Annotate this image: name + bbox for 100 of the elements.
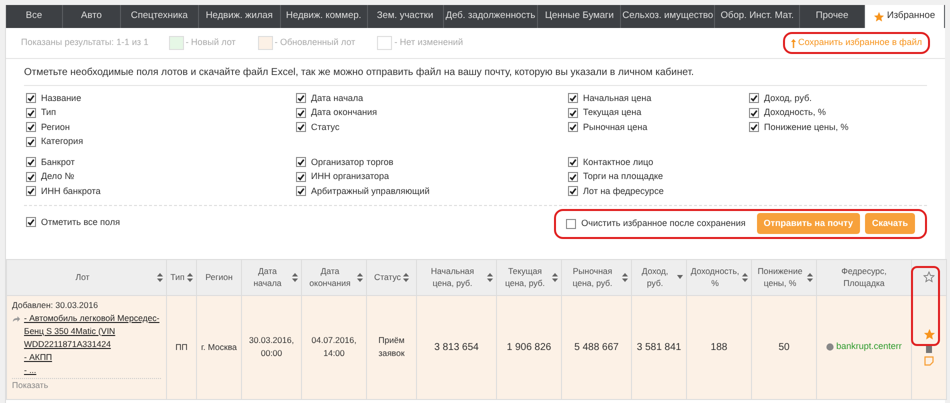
- field-label: ИНН организатора: [311, 170, 390, 183]
- table-cell: 30.03.2016, 00:00: [249, 335, 294, 358]
- category-tab[interactable]: Недвиж. коммер.: [280, 5, 368, 28]
- checkbox[interactable]: [26, 172, 36, 182]
- checkbox[interactable]: [568, 157, 578, 168]
- field-label: Доходность, %: [764, 106, 826, 119]
- lot-link[interactable]: - АКПП: [24, 350, 161, 364]
- column-header: Тип: [170, 271, 185, 283]
- column-header: Статус: [374, 271, 401, 283]
- checkbox[interactable]: [296, 172, 306, 182]
- checkbox[interactable]: [296, 108, 306, 118]
- lot-link[interactable]: - Автомобиль легковой Мерседес-Бенц S 350 4Matic (VIN WDD2211871A331424: [24, 312, 161, 350]
- checkbox[interactable]: [296, 93, 306, 104]
- column-header: Доходность, %: [690, 265, 740, 289]
- field-label: Рыночная цена: [583, 120, 648, 134]
- sort-desc-icon[interactable]: [677, 275, 683, 279]
- checkbox[interactable]: [26, 136, 36, 147]
- checkbox[interactable]: [26, 93, 36, 104]
- field-label: Арбитражный управляющий: [311, 184, 430, 198]
- column-header: Дата начала: [252, 265, 283, 289]
- column-header: Начальная цена, руб.: [430, 265, 476, 289]
- results-count: Показаны результаты: 1-1 из 1: [21, 36, 149, 50]
- field-label: Дата начала: [311, 92, 364, 105]
- table-cell: 5 488 667: [574, 342, 619, 352]
- checkbox[interactable]: [26, 217, 36, 228]
- table-cell: г. Москва: [201, 342, 237, 352]
- sort-icon[interactable]: [807, 272, 813, 282]
- share-arrow-icon: [12, 314, 21, 322]
- checkbox[interactable]: [566, 218, 576, 228]
- column-header: Понижение цены, %: [756, 265, 804, 289]
- checkbox[interactable]: [568, 186, 578, 196]
- field-label: Статус: [311, 120, 340, 134]
- checkbox[interactable]: [749, 93, 759, 104]
- checkbox[interactable]: [296, 186, 306, 196]
- checkbox[interactable]: [568, 172, 578, 182]
- select-all-label: Отметить все поля: [41, 216, 120, 228]
- sort-icon[interactable]: [186, 272, 193, 282]
- table-cell: ПП: [175, 342, 188, 352]
- star-outline-icon: [923, 271, 935, 283]
- instructions-text: Отметьте необходимые поля лотов и скачайте файл Excel, так же можно отправить файл на вашу почту, которую вы указали в личном кабинет.: [24, 65, 927, 86]
- category-tab[interactable]: Избранное: [865, 5, 946, 28]
- star-icon: [874, 12, 884, 22]
- sort-icon[interactable]: [487, 272, 493, 282]
- checkbox[interactable]: [568, 108, 578, 118]
- sort-icon[interactable]: [357, 272, 363, 282]
- field-label: Текущая цена: [583, 106, 642, 119]
- category-tab[interactable]: Все: [6, 5, 63, 28]
- field-label: Регион: [41, 120, 70, 134]
- sort-icon[interactable]: [402, 272, 409, 282]
- checkbox[interactable]: [568, 93, 578, 104]
- category-tab[interactable]: Авто: [62, 5, 121, 28]
- checkbox[interactable]: [26, 108, 36, 118]
- column-header: Федресурс, Площадка: [840, 265, 888, 289]
- table-cell: 50: [778, 342, 790, 352]
- upload-arrow-icon: [791, 38, 796, 48]
- field-label: Понижение цены, %: [764, 120, 849, 134]
- table-cell: Приём заявок: [378, 335, 405, 358]
- field-label: Дата окончания: [311, 106, 378, 119]
- checkbox[interactable]: [26, 186, 36, 196]
- column-header: Дата окончания: [308, 265, 352, 289]
- category-tab[interactable]: Зем. участки: [368, 5, 444, 28]
- checkbox[interactable]: [296, 157, 306, 168]
- checkbox[interactable]: [749, 122, 759, 132]
- clear-option-label: Очистить избранное после сохранения: [581, 216, 746, 230]
- sort-icon[interactable]: [157, 272, 163, 282]
- sort-icon[interactable]: [292, 272, 298, 282]
- added-date: Добавлен: 30.03.2016: [12, 298, 99, 312]
- category-tab[interactable]: Спецтехника: [120, 5, 199, 28]
- field-label: Категория: [41, 135, 84, 148]
- column-header: Лот: [74, 271, 90, 283]
- field-label: Торги на площадке: [583, 170, 664, 183]
- legend-label: - Нет изменений: [394, 36, 463, 50]
- category-tab[interactable]: Ценные Бумаги: [538, 5, 622, 28]
- field-label: Начальная цена: [583, 92, 652, 105]
- checkbox[interactable]: [296, 122, 306, 132]
- sort-icon[interactable]: [742, 272, 748, 282]
- checkbox[interactable]: [26, 157, 36, 168]
- globe-icon: [826, 342, 834, 350]
- field-label: Лот на федресурсе: [583, 184, 664, 198]
- checkbox[interactable]: [749, 108, 759, 118]
- category-tab[interactable]: Деб. задолженность: [444, 5, 538, 28]
- column-header: Текущая цена, руб.: [504, 265, 546, 289]
- field-label: Организатор торгов: [311, 156, 394, 169]
- table-cell: 3 581 841: [636, 342, 682, 352]
- checkbox[interactable]: [26, 122, 36, 132]
- field-label: Банкрот: [41, 156, 75, 169]
- table-cell: 188: [710, 342, 728, 352]
- lot-link[interactable]: - ...: [24, 364, 161, 376]
- field-label: Доход, руб.: [764, 92, 812, 105]
- legend-label: - Обновленный лот: [274, 36, 356, 50]
- category-tab[interactable]: Сельхоз. имущество: [621, 5, 716, 28]
- star-icon[interactable]: [924, 328, 934, 340]
- category-tab[interactable]: Обор. Инст. Мат.: [715, 5, 800, 28]
- field-label: Название: [41, 92, 82, 104]
- table-cell: 1 906 826: [506, 342, 552, 352]
- sort-icon[interactable]: [552, 272, 558, 282]
- checkbox[interactable]: [568, 122, 578, 132]
- category-tab[interactable]: Недвиж. жилая: [198, 5, 281, 28]
- column-header: Доход, руб.: [640, 265, 670, 289]
- sort-icon[interactable]: [622, 272, 628, 282]
